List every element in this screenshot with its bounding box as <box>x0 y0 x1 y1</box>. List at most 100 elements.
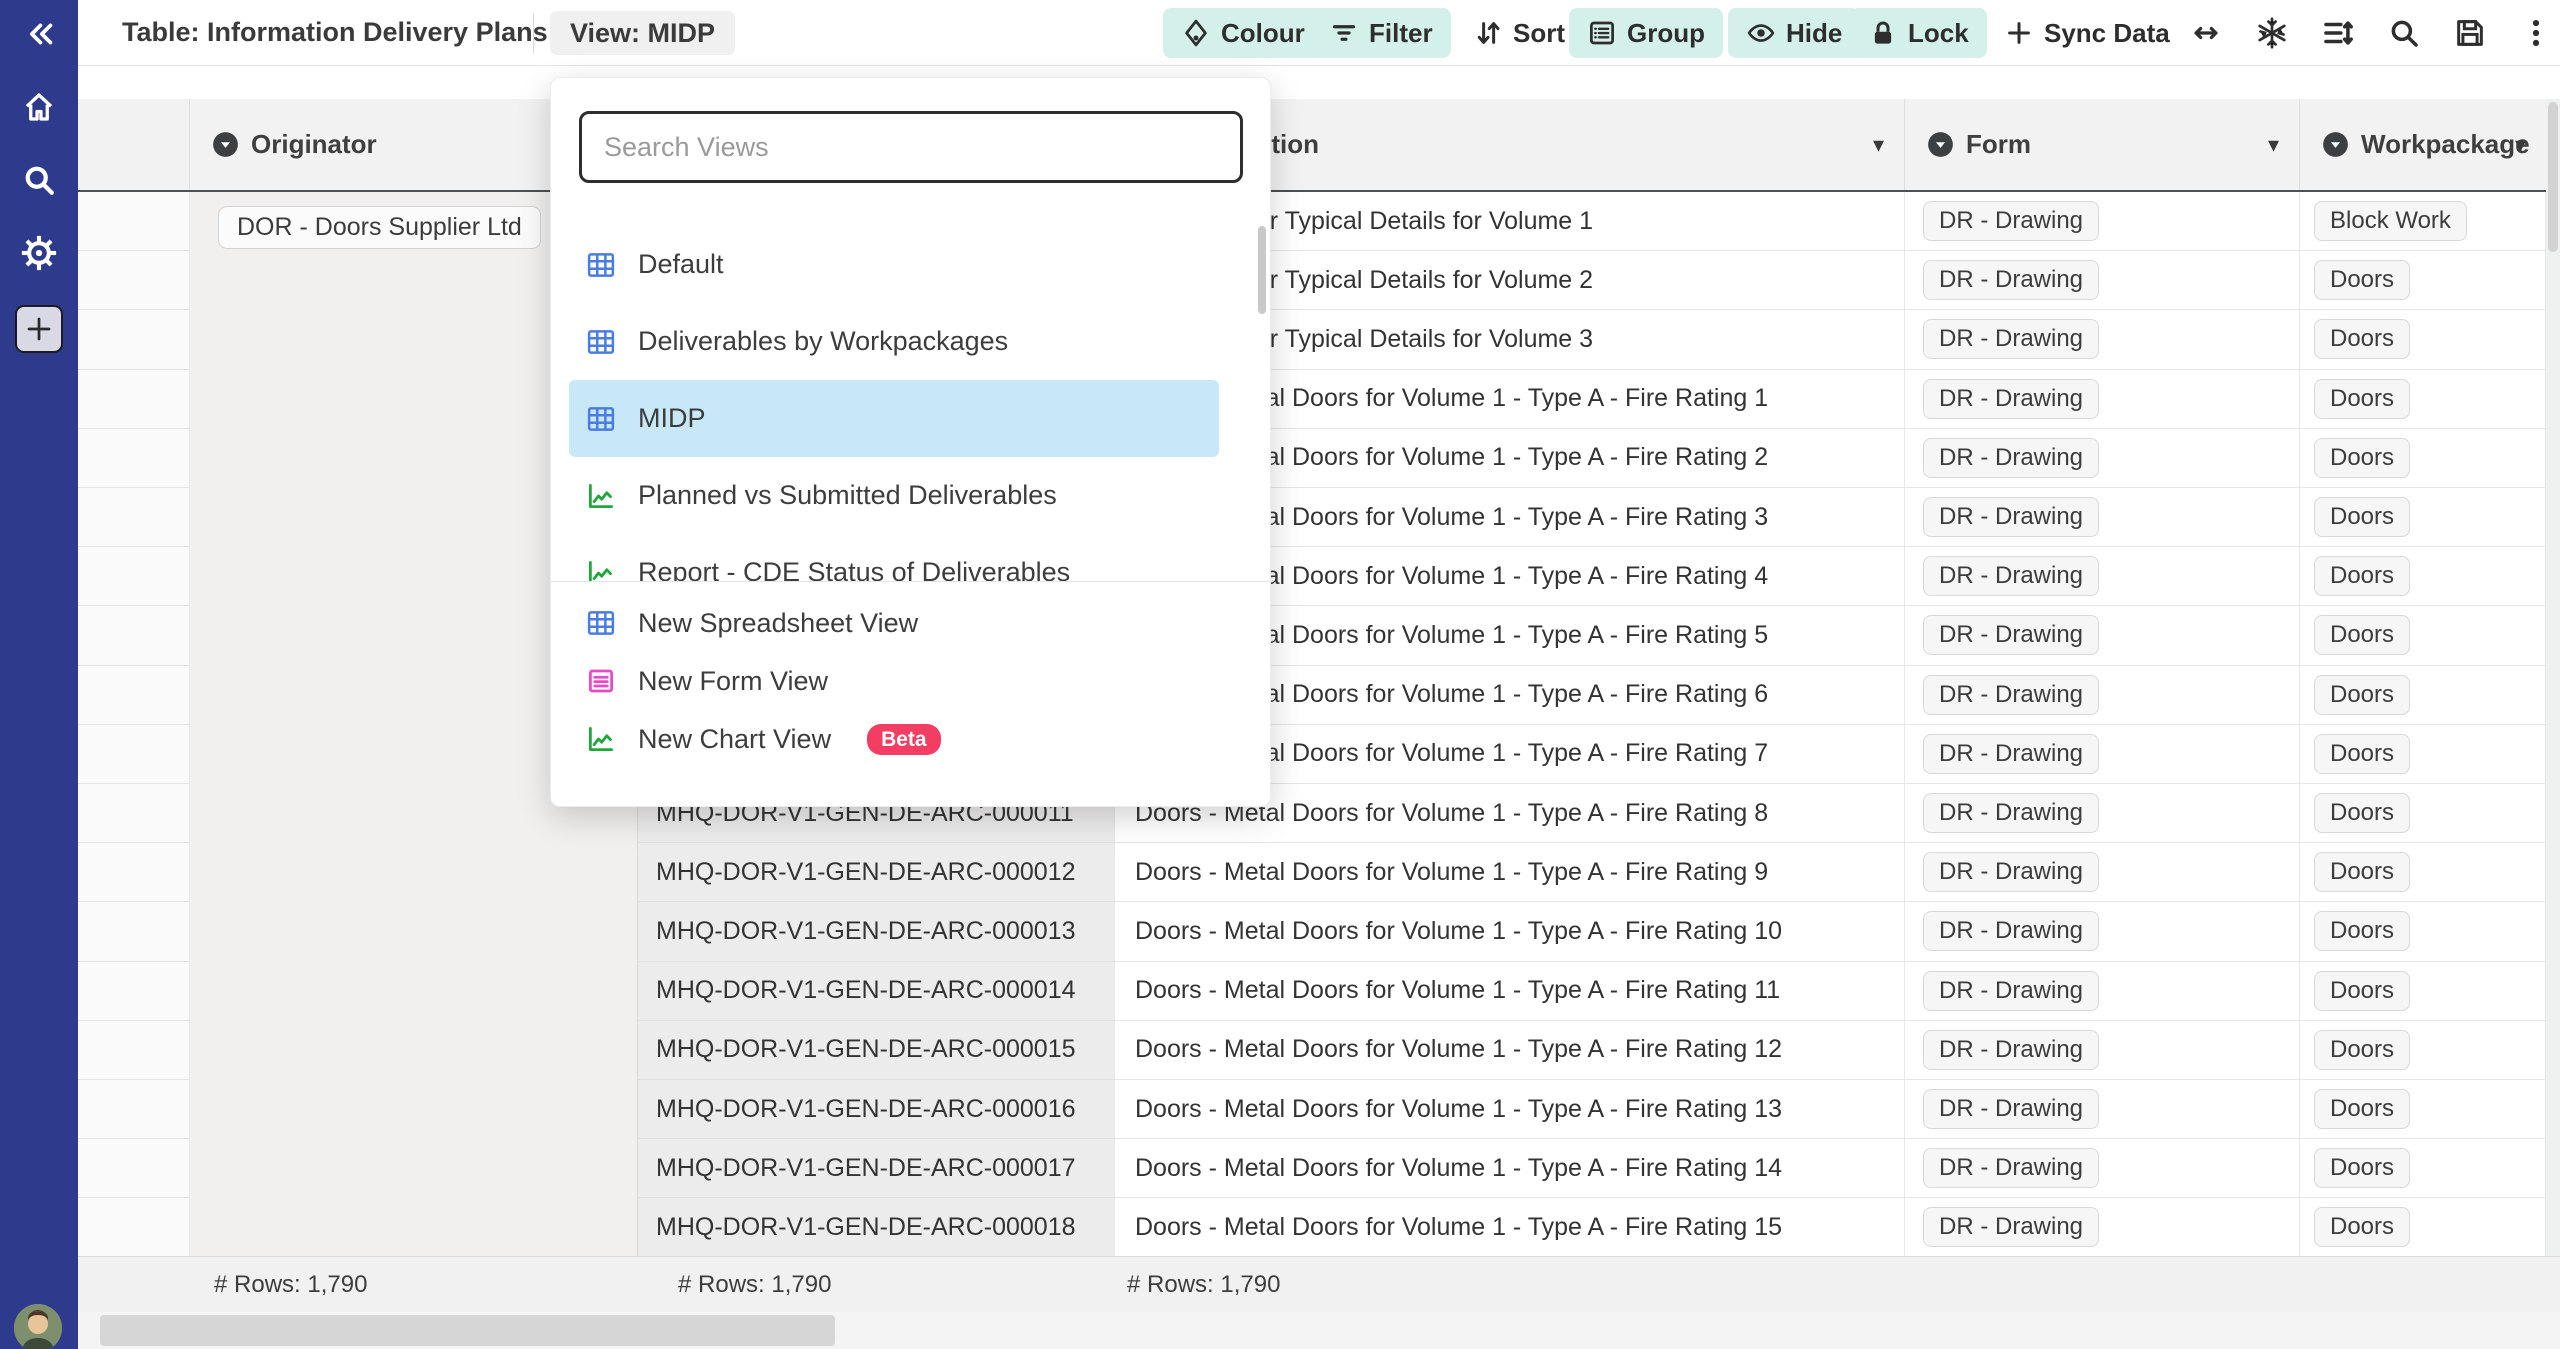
horizontal-scrollbar-thumb[interactable] <box>100 1315 835 1346</box>
row-gutter-cell[interactable] <box>78 1198 190 1257</box>
cell-workpackage[interactable]: Doors <box>2300 1080 2546 1139</box>
view-item-planned-vs-submitted-deliverables[interactable]: Planned vs Submitted Deliverables <box>569 457 1219 534</box>
cell-workpackage[interactable]: Doors <box>2300 962 2546 1021</box>
cell-workpackage[interactable]: Doors <box>2300 725 2546 784</box>
row-gutter-cell[interactable] <box>78 902 190 961</box>
cell-name[interactable]: MHQ-DOR-V1-GEN-DE-ARC-000012 <box>637 843 1115 902</box>
cell-workpackage[interactable]: Doors <box>2300 843 2546 902</box>
search-icon[interactable] <box>2383 12 2425 54</box>
cell-workpackage[interactable]: Doors <box>2300 370 2546 429</box>
cell-form[interactable]: DR - Drawing <box>1905 488 2300 547</box>
cell-workpackage[interactable]: Doors <box>2300 902 2546 961</box>
vertical-scrollbar-thumb[interactable] <box>2548 102 2558 252</box>
cell-form[interactable]: DR - Drawing <box>1905 1139 2300 1198</box>
row-gutter-cell[interactable] <box>78 370 190 429</box>
sort-button[interactable]: Sort <box>1455 8 1583 58</box>
cell-name[interactable]: MHQ-DOR-V1-GEN-DE-ARC-000014 <box>637 962 1115 1021</box>
sync-data-button[interactable]: Sync Data <box>1986 8 2188 58</box>
add-new-button[interactable] <box>15 305 63 353</box>
cell-form[interactable]: DR - Drawing <box>1905 725 2300 784</box>
save-icon[interactable] <box>2449 12 2491 54</box>
view-selector-button[interactable]: View: MIDP <box>550 11 735 55</box>
row-gutter-cell[interactable] <box>78 1021 190 1080</box>
row-gutter-cell[interactable] <box>78 843 190 902</box>
settings-gear-icon[interactable] <box>0 231 78 275</box>
cell-name[interactable]: MHQ-DOR-V1-GEN-DE-ARC-000016 <box>637 1080 1115 1139</box>
cell-description[interactable]: Doors - Metal Doors for Volume 1 - Type … <box>1115 962 1905 1021</box>
resize-horizontal-icon[interactable] <box>2185 12 2227 54</box>
cell-name[interactable]: MHQ-DOR-V1-GEN-DE-ARC-000015 <box>637 1021 1115 1080</box>
cell-form[interactable]: DR - Drawing <box>1905 843 2300 902</box>
home-icon[interactable] <box>0 85 78 129</box>
cell-form[interactable]: DR - Drawing <box>1905 606 2300 665</box>
cell-description[interactable]: Doors - Metal Doors for Volume 1 - Type … <box>1115 1021 1905 1080</box>
cell-form[interactable]: DR - Drawing <box>1905 1198 2300 1257</box>
column-header-form[interactable]: Form ▾ <box>1905 99 2300 190</box>
cell-workpackage[interactable]: Doors <box>2300 1198 2546 1257</box>
group-button[interactable]: Group <box>1569 8 1723 58</box>
cell-description[interactable]: Doors - Metal Doors for Volume 1 - Type … <box>1115 1139 1905 1198</box>
row-gutter-cell[interactable] <box>78 1139 190 1198</box>
cell-form[interactable]: DR - Drawing <box>1905 429 2300 488</box>
search-views-input[interactable] <box>579 111 1243 183</box>
cell-workpackage[interactable]: Doors <box>2300 251 2546 310</box>
freeze-snowflake-icon[interactable] <box>2251 12 2293 54</box>
view-item-deliverables-by-workpackages[interactable]: Deliverables by Workpackages <box>569 303 1219 380</box>
filter-button[interactable]: Filter <box>1311 8 1451 58</box>
vertical-scrollbar[interactable] <box>2546 99 2560 1256</box>
cell-workpackage[interactable]: Doors <box>2300 606 2546 665</box>
new-form-view-button[interactable]: New Form View <box>569 652 1249 710</box>
views-list-scrollbar-thumb[interactable] <box>1258 226 1266 314</box>
row-gutter-cell[interactable] <box>78 725 190 784</box>
cell-form[interactable]: DR - Drawing <box>1905 370 2300 429</box>
row-gutter-cell[interactable] <box>78 310 190 369</box>
hide-button[interactable]: Hide <box>1728 8 1860 58</box>
cell-workpackage[interactable]: Doors <box>2300 1139 2546 1198</box>
row-gutter-cell[interactable] <box>78 606 190 665</box>
cell-workpackage[interactable]: Doors <box>2300 666 2546 725</box>
new-spreadsheet-view-button[interactable]: New Spreadsheet View <box>569 594 1249 652</box>
cell-form[interactable]: DR - Drawing <box>1905 962 2300 1021</box>
horizontal-scrollbar[interactable] <box>78 1312 2560 1349</box>
cell-workpackage[interactable]: Block Work <box>2300 192 2546 251</box>
new-chart-view-button[interactable]: New Chart ViewBeta <box>569 710 1249 768</box>
cell-workpackage[interactable]: Doors <box>2300 429 2546 488</box>
chevron-down-icon[interactable]: ▾ <box>1873 132 1884 158</box>
cell-description[interactable]: Doors - Metal Doors for Volume 1 - Type … <box>1115 1198 1905 1257</box>
cell-form[interactable]: DR - Drawing <box>1905 1021 2300 1080</box>
chevron-down-icon[interactable]: ▾ <box>2515 132 2526 158</box>
search-icon[interactable] <box>0 158 78 202</box>
lock-button[interactable]: Lock <box>1850 8 1987 58</box>
row-gutter-cell[interactable] <box>78 488 190 547</box>
column-header-workpackage[interactable]: Workpackage ▾ <box>2300 99 2546 190</box>
chevron-down-icon[interactable]: ▾ <box>2268 132 2279 158</box>
row-gutter-cell[interactable] <box>78 251 190 310</box>
cell-form[interactable]: DR - Drawing <box>1905 784 2300 843</box>
cell-name[interactable]: MHQ-DOR-V1-GEN-DE-ARC-000018 <box>637 1198 1115 1257</box>
cell-form[interactable]: DR - Drawing <box>1905 310 2300 369</box>
view-item-report-cde-status-of-deliverables[interactable]: Report - CDE Status of Deliverables <box>569 534 1219 581</box>
view-item-midp[interactable]: MIDP <box>569 380 1219 457</box>
cell-workpackage[interactable]: Doors <box>2300 547 2546 606</box>
cell-form[interactable]: DR - Drawing <box>1905 1080 2300 1139</box>
row-gutter-cell[interactable] <box>78 547 190 606</box>
cell-description[interactable]: Doors - Metal Doors for Volume 1 - Type … <box>1115 843 1905 902</box>
row-gutter-cell[interactable] <box>78 1080 190 1139</box>
row-height-icon[interactable] <box>2317 12 2359 54</box>
cell-form[interactable]: DR - Drawing <box>1905 547 2300 606</box>
more-kebab-icon[interactable] <box>2515 12 2557 54</box>
row-gutter-cell[interactable] <box>78 962 190 1021</box>
cell-workpackage[interactable]: Doors <box>2300 310 2546 369</box>
cell-name[interactable]: MHQ-DOR-V1-GEN-DE-ARC-000013 <box>637 902 1115 961</box>
row-gutter-cell[interactable] <box>78 784 190 843</box>
collapse-sidebar-icon[interactable] <box>0 12 78 56</box>
user-avatar[interactable] <box>14 1304 62 1349</box>
cell-workpackage[interactable]: Doors <box>2300 784 2546 843</box>
colour-button[interactable]: Colour <box>1163 8 1323 58</box>
row-gutter-cell[interactable] <box>78 192 190 251</box>
cell-form[interactable]: DR - Drawing <box>1905 666 2300 725</box>
cell-name[interactable]: MHQ-DOR-V1-GEN-DE-ARC-000017 <box>637 1139 1115 1198</box>
cell-form[interactable]: DR - Drawing <box>1905 251 2300 310</box>
row-gutter-cell[interactable] <box>78 666 190 725</box>
cell-workpackage[interactable]: Doors <box>2300 1021 2546 1080</box>
